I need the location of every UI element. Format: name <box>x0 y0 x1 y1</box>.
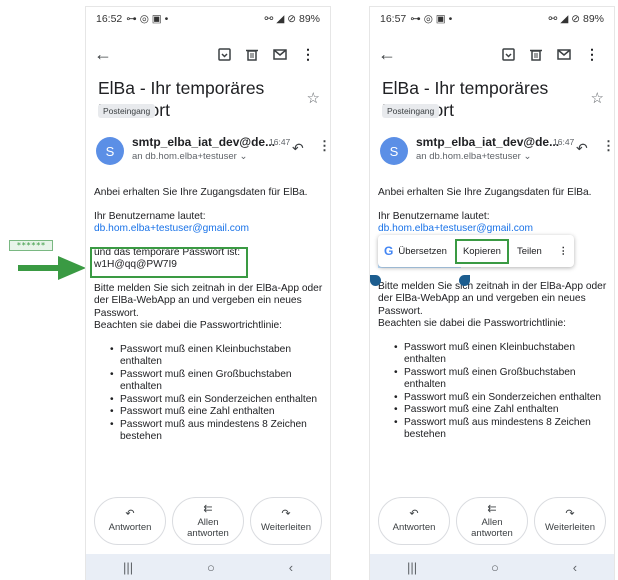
selection-handle-start[interactable] <box>370 275 381 286</box>
recipient-line[interactable]: an db.hom.elba+testuser ⌄ <box>132 151 247 162</box>
avatar: S <box>380 137 408 165</box>
reply-all-button[interactable]: ⇇ Allen antworten <box>456 497 528 545</box>
forward-button[interactable]: ↷ Weiterleiten <box>534 497 606 545</box>
email-body: Anbei erhalten Sie Ihre Zugangsdaten für… <box>94 187 326 444</box>
action-buttons: ↶ Antworten ⇇ Allen antworten ↷ Weiterleite… <box>378 497 606 545</box>
email-body: Anbei erhalten Sie Ihre Zugangsdaten für… <box>378 187 610 442</box>
battery-level: 89% <box>298 13 320 25</box>
reply-button[interactable]: ↶ Antworten <box>94 497 166 545</box>
status-time: 16:52 <box>96 13 123 25</box>
username-label: Ihr Benutzername lautet: <box>378 210 490 222</box>
battery-level: 89% <box>582 13 604 25</box>
copy-menu-item[interactable]: Kopieren <box>454 238 509 264</box>
signal-icons: ⚯ ◢ ⊘ <box>264 13 299 25</box>
email-time: 16:47 <box>269 137 291 147</box>
reply-icon[interactable]: ↶ <box>576 140 588 157</box>
username-link[interactable]: db.hom.elba+testuser@gmail.com <box>378 223 533 234</box>
forward-icon: ↷ <box>565 508 575 520</box>
signal-icons: ⚯ ◢ ⊘ <box>548 13 583 25</box>
list-item: Passwort muß aus mindestens 8 Zeichen be… <box>110 419 326 444</box>
toolbar: ← ⋮ <box>86 39 330 69</box>
username-link[interactable]: db.hom.elba+testuser@gmail.com <box>94 223 249 234</box>
forward-icon: ↷ <box>281 508 291 520</box>
selection-handle-end[interactable] <box>459 275 470 286</box>
recipient-line[interactable]: an db.hom.elba+testuser ⌄ <box>416 151 531 162</box>
avatar: S <box>96 137 124 165</box>
reply-all-button[interactable]: ⇇ Allen antworten <box>172 497 244 545</box>
phone-screen-2: 16:57 ⊶ ◎ ▣ • ⚯ ◢ ⊘ 89% ← ⋮ ElBa - Ihr te… <box>369 6 615 580</box>
star-icon[interactable]: ☆ <box>307 89 320 107</box>
archive-icon[interactable] <box>210 42 238 66</box>
notification-icons: ⊶ ◎ ▣ • <box>410 13 453 25</box>
mail-icon[interactable] <box>266 42 294 66</box>
trash-icon[interactable] <box>238 42 266 66</box>
more-vert-icon[interactable]: ⋮ <box>294 42 322 66</box>
username-label: Ihr Benutzername lautet: <box>94 210 206 222</box>
reply-all-icon: ⇇ <box>203 502 213 515</box>
inbox-label[interactable]: Posteingang <box>382 104 440 118</box>
back-icon[interactable]: ‹ <box>289 560 293 575</box>
password-highlight-box <box>90 247 248 278</box>
system-nav-bar: ||| ○ ‹ <box>86 554 330 580</box>
list-item: Passwort muß einen Kleinbuchstaben entha… <box>394 342 610 367</box>
list-item: Passwort muß einen Großbuchstaben enthal… <box>110 369 326 394</box>
intro-text: Anbei erhalten Sie Ihre Zugangsdaten für… <box>378 187 592 198</box>
sender-address: smtp_elba_iat_dev@de... <box>416 135 560 149</box>
status-time: 16:57 <box>380 13 407 25</box>
phone-screen-1: 16:52 ⊶ ◎ ▣ • ⚯ ◢ ⊘ 89% ← ⋮ ElBa - Ihr te… <box>85 6 331 580</box>
more-vert-icon[interactable]: ⋮ <box>318 138 330 154</box>
trash-icon[interactable] <box>522 42 550 66</box>
reply-icon: ↶ <box>409 508 419 520</box>
mail-icon[interactable] <box>550 42 578 66</box>
list-item: Passwort muß einen Kleinbuchstaben entha… <box>110 344 326 369</box>
share-menu-item[interactable]: Teilen <box>517 246 542 257</box>
reply-all-icon: ⇇ <box>487 502 497 515</box>
stage: ****** 16:52 ⊶ ◎ ▣ • ⚯ ◢ ⊘ 89% ← ⋮ ElBa -… <box>0 0 618 580</box>
action-buttons: ↶ Antworten ⇇ Allen antworten ↷ Weiterleite… <box>94 497 322 545</box>
reply-icon: ↶ <box>125 508 135 520</box>
system-nav-bar: ||| ○ ‹ <box>370 554 614 580</box>
home-icon[interactable]: ○ <box>491 560 499 575</box>
archive-icon[interactable] <box>494 42 522 66</box>
list-item: Passwort muß eine Zahl enthalten <box>394 404 610 417</box>
more-vert-icon[interactable]: ⋮ <box>559 246 569 257</box>
green-arrow-icon <box>18 256 86 280</box>
list-item: Passwort muß ein Sonderzeichen enthalten <box>110 394 326 407</box>
instruction-text: Bitte melden Sie sich zeitnah in der ElB… <box>378 280 607 330</box>
intro-text: Anbei erhalten Sie Ihre Zugangsdaten für… <box>94 187 308 198</box>
rules-list: Passwort muß einen Kleinbuchstaben entha… <box>394 342 610 442</box>
notification-icons: ⊶ ◎ ▣ • <box>126 13 169 25</box>
more-vert-icon[interactable]: ⋮ <box>602 138 614 154</box>
google-icon: G <box>384 244 394 258</box>
instruction-text: Bitte melden Sie sich zeitnah in der ElB… <box>94 282 323 332</box>
forward-button[interactable]: ↷ Weiterleiten <box>250 497 322 545</box>
status-bar: 16:52 ⊶ ◎ ▣ • ⚯ ◢ ⊘ 89% <box>86 7 330 31</box>
more-vert-icon[interactable]: ⋮ <box>578 42 606 66</box>
list-item: Passwort muß eine Zahl enthalten <box>110 406 326 419</box>
back-arrow-icon[interactable]: ← <box>94 44 118 65</box>
status-bar: 16:57 ⊶ ◎ ▣ • ⚯ ◢ ⊘ 89% <box>370 7 614 31</box>
text-selection-menu: G Übersetzen Kopieren Teilen ⋮ <box>378 235 574 267</box>
reply-icon[interactable]: ↶ <box>292 140 304 157</box>
star-icon[interactable]: ☆ <box>591 89 604 107</box>
email-time: 16:47 <box>553 137 575 147</box>
recents-icon[interactable]: ||| <box>123 560 133 575</box>
home-icon[interactable]: ○ <box>207 560 215 575</box>
translate-menu-item[interactable]: Übersetzen <box>398 246 447 257</box>
list-item: Passwort muß aus mindestens 8 Zeichen be… <box>394 417 610 442</box>
back-arrow-icon[interactable]: ← <box>378 44 402 65</box>
rules-list: Passwort muß einen Kleinbuchstaben entha… <box>110 344 326 444</box>
toolbar: ← ⋮ <box>370 39 614 69</box>
reply-button[interactable]: ↶ Antworten <box>378 497 450 545</box>
sender-address: smtp_elba_iat_dev@de... <box>132 135 276 149</box>
masked-password-annotation: ****** <box>9 240 53 251</box>
list-item: Passwort muß einen Großbuchstaben enthal… <box>394 367 610 392</box>
list-item: Passwort muß ein Sonderzeichen enthalten <box>394 392 610 405</box>
inbox-label[interactable]: Posteingang <box>98 104 156 118</box>
recents-icon[interactable]: ||| <box>407 560 417 575</box>
back-icon[interactable]: ‹ <box>573 560 577 575</box>
